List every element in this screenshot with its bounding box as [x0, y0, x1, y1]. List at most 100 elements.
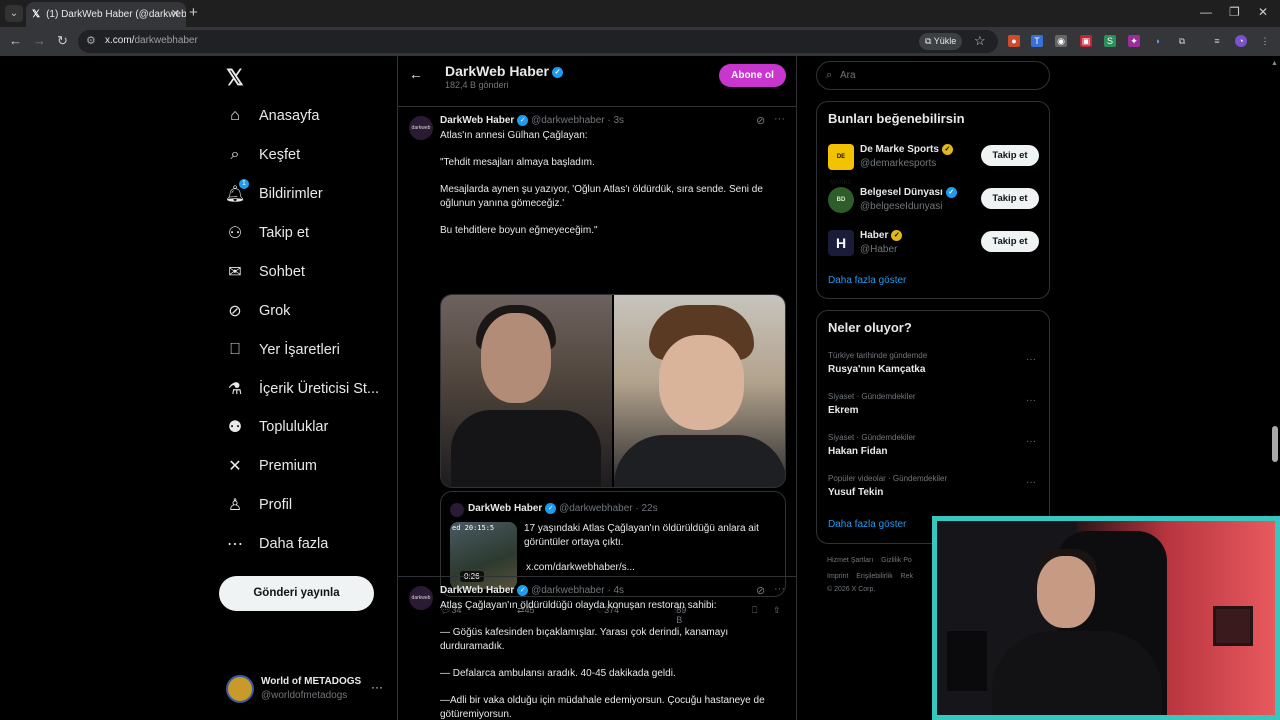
nav-follow[interactable]: ⚇ Takip et	[218, 215, 309, 251]
close-window-button[interactable]: ✕	[1258, 5, 1268, 19]
reading-list-icon[interactable]: ≡	[1211, 35, 1223, 47]
grok-icon: ⊘	[228, 303, 242, 320]
extension-icon[interactable]: ◗	[1152, 35, 1164, 47]
extension-icon[interactable]: ▣	[1080, 35, 1092, 47]
more-icon[interactable]: ···	[371, 680, 383, 694]
grok-icon[interactable]: ⊘	[756, 584, 765, 597]
people-icon: ⚉	[227, 419, 243, 436]
more-icon[interactable]: ···	[1026, 395, 1036, 406]
nav-home[interactable]: ⌂ Anasayfa	[218, 98, 319, 134]
nav-notifications[interactable]: 🔔︎ 1 Bildirimler	[218, 176, 323, 212]
footer-link[interactable]: Erişilebilirlik	[856, 573, 893, 580]
follow-button[interactable]: Takip et	[981, 231, 1039, 252]
extension-icon[interactable]: S	[1104, 35, 1116, 47]
avatar	[450, 503, 464, 517]
footer-link[interactable]: Rek	[901, 573, 913, 580]
account-switcher[interactable]: World of METADOGS @worldofmetadogs ···	[226, 675, 391, 705]
nav-communities[interactable]: ⚉ Topluluklar	[218, 409, 329, 445]
nav-profile[interactable]: ♙ Profil	[218, 487, 292, 523]
more-icon[interactable]: ···	[1026, 477, 1036, 488]
nav-creator-studio[interactable]: ⚗ İçerik Üreticisi St...	[218, 371, 379, 407]
nav-label: Topluluklar	[259, 419, 329, 435]
scrollbar-thumb[interactable]	[1272, 426, 1278, 462]
trend-item[interactable]: Türkiye tarihinde gündemde Rusya'nın Kam…	[828, 351, 1043, 387]
avatar: DE MARKE	[828, 144, 854, 186]
back-arrow-icon[interactable]: ←	[9, 33, 22, 48]
tweet[interactable]: darkweb DarkWeb Haber ✓ @darkwebhaber · 4…	[398, 577, 796, 720]
search-placeholder: Ara	[840, 70, 856, 81]
install-app-button[interactable]: ⧉ Yükle	[919, 33, 963, 50]
more-icon[interactable]: ···	[1026, 436, 1036, 447]
close-tab-icon[interactable]: ✕	[171, 7, 180, 20]
x-logo-icon: ✕	[228, 458, 242, 475]
post-button[interactable]: Gönderi yayınla	[219, 576, 374, 611]
suggestion-item[interactable]: DE MARKE De Marke Sports ✓ @demarkesports…	[828, 141, 1043, 186]
footer-links: Imprint Erişilebilirlik Rek	[827, 573, 913, 580]
browser-toolbar: ← → ↻ ⚙ x.com/darkwebhaber ⧉ Yükle ☆ ● T…	[0, 27, 1280, 56]
nav-label: Grok	[259, 303, 291, 319]
browser-tab[interactable]: 𝕏 (1) DarkWeb Haber (@darkwebh ✕	[26, 2, 186, 27]
tab-title: (1) DarkWeb Haber (@darkwebh	[46, 9, 186, 20]
reload-icon[interactable]: ↻	[57, 33, 68, 49]
site-info-icon[interactable]: ⚙	[86, 34, 96, 47]
tweet[interactable]: darkweb DarkWeb Haber ✓ @darkwebhaber · 3…	[398, 107, 796, 625]
footer-link[interactable]: Gizlilik Po	[881, 557, 912, 564]
more-icon[interactable]: ···	[774, 583, 785, 595]
suggestion-item[interactable]: H Haber ✓ @Haber Takip et	[828, 227, 1043, 257]
extension-icon[interactable]: ◉	[1055, 35, 1067, 47]
who-to-follow-panel: Bunları beğenebilirsin DE MARKE De Marke…	[816, 101, 1050, 299]
more-icon[interactable]: ···	[774, 113, 785, 125]
extension-icon[interactable]: ●	[1008, 35, 1020, 47]
home-icon: ⌂	[230, 107, 240, 124]
nav-grok[interactable]: ⊘ Grok	[218, 293, 290, 329]
extensions-puzzle-icon[interactable]: ⧉	[1176, 35, 1188, 47]
back-arrow-icon[interactable]: ←	[409, 66, 423, 82]
footer-link[interactable]: Hizmet Şartları	[827, 557, 873, 564]
footer-link[interactable]: Imprint	[827, 573, 848, 580]
subscribe-button[interactable]: Abone ol	[719, 64, 786, 87]
avatar[interactable]: darkweb	[409, 586, 433, 610]
plus-icon[interactable]: +	[189, 4, 198, 21]
nav-bookmarks[interactable]: ⎕ Yer İşaretleri	[218, 332, 340, 368]
follow-button[interactable]: Takip et	[981, 145, 1039, 166]
minimize-button[interactable]: —	[1200, 5, 1212, 19]
avatar[interactable]: darkweb	[409, 116, 433, 140]
profile-avatar-icon[interactable]: ◔	[1235, 35, 1247, 47]
nav-explore[interactable]: ⌕ Keşfet	[218, 137, 301, 173]
suggestion-item[interactable]: BD Belgesel Dünyası ✓ @belgeseIdunyasi Ta…	[828, 184, 1043, 214]
tweet-text: Atlas'ın annesi Gülhan Çağlayan:	[440, 130, 588, 141]
scroll-up-icon[interactable]: ▲	[1271, 60, 1278, 67]
suggestion-name: Haber ✓	[860, 230, 903, 241]
nav-messages[interactable]: ✉ Sohbet	[218, 254, 305, 290]
translate-extension-icon[interactable]: T	[1031, 35, 1043, 47]
search-input[interactable]: ⌕ Ara	[816, 61, 1050, 90]
x-logo-icon[interactable]: 𝕏	[226, 65, 244, 91]
photo-boy[interactable]	[614, 295, 785, 487]
nav-label: Bildirimler	[259, 186, 323, 202]
address-bar[interactable]: ⚙ x.com/darkwebhaber ⧉ Yükle ☆	[78, 30, 998, 53]
photo-mother[interactable]	[441, 295, 612, 487]
suggestion-handle: @demarkesports	[860, 158, 937, 169]
bookmark-star-icon[interactable]: ☆	[974, 33, 986, 49]
more-icon[interactable]: ···	[1026, 354, 1036, 365]
show-more-link[interactable]: Daha fazla göster	[828, 519, 906, 530]
forward-arrow-icon[interactable]: →	[33, 33, 46, 48]
tab-search-button[interactable]: ⌄	[5, 5, 23, 22]
trend-category: Türkiye tarihinde gündemde	[828, 351, 928, 360]
trend-item[interactable]: Siyaset · Gündemdekiler Hakan Fidan ···	[828, 433, 1043, 469]
trend-item[interactable]: Siyaset · Gündemdekiler Ekrem ···	[828, 392, 1043, 428]
browser-menu-icon[interactable]: ⋮	[1259, 35, 1271, 47]
tweet-text: Bu tehditlere boyun eğmeyeceğim."	[440, 225, 598, 236]
tweet-media[interactable]	[440, 294, 786, 488]
trend-item[interactable]: Popüler videolar · Gündemdekiler Yusuf T…	[828, 474, 1043, 510]
grok-icon[interactable]: ⊘	[756, 114, 765, 127]
nav-more[interactable]: ⋯ Daha fazla	[218, 526, 328, 562]
extension-icon[interactable]: ✦	[1128, 35, 1140, 47]
nav-premium[interactable]: ✕ Premium	[218, 448, 317, 484]
follow-button[interactable]: Takip et	[981, 188, 1039, 209]
account-handle: @worldofmetadogs	[261, 690, 348, 701]
maximize-button[interactable]: ❐	[1229, 5, 1240, 19]
tweet-header: DarkWeb Haber ✓ @darkwebhaber · 4s	[440, 585, 625, 597]
quote-link[interactable]: x.com/darkwebhaber/s...	[526, 562, 635, 573]
show-more-link[interactable]: Daha fazla göster	[828, 275, 906, 286]
